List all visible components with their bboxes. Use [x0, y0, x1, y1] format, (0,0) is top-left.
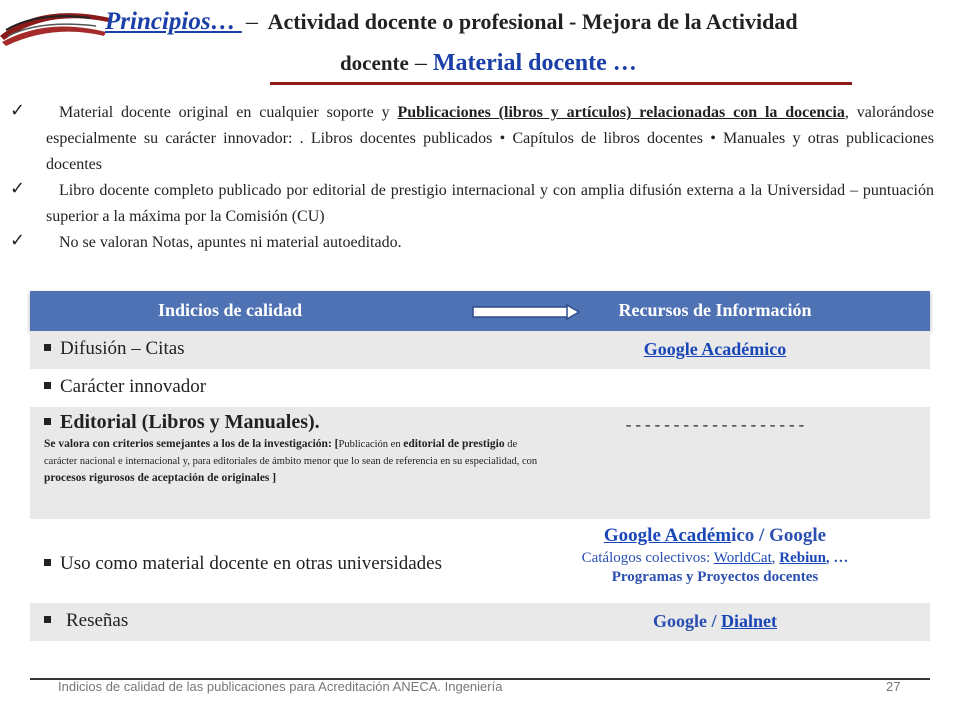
row-label-text: Carácter innovador — [60, 376, 207, 397]
google-academico-link[interactable]: Google Académico — [644, 339, 786, 359]
note-d: procesos rigurosos de aceptación de orig… — [44, 472, 277, 484]
square-bullet-icon — [44, 417, 51, 425]
note-b: editorial de prestigio — [403, 438, 505, 450]
bullet-item-1: ✓ Material docente original en cualquier… — [10, 100, 934, 178]
square-bullet-icon — [44, 382, 51, 390]
title-material-docente: Material docente … — [432, 50, 637, 76]
slide-title-line-2: docente – Material docente … — [340, 50, 637, 77]
table-row: Reseñas Google / Dialnet — [30, 603, 930, 641]
square-bullet-icon — [44, 616, 51, 624]
bullet-3-text: No se valoran Notas, apuntes ni material… — [59, 234, 402, 251]
table-row: Difusión – Citas Google Académico — [30, 331, 930, 369]
dialnet-link[interactable]: Dialnet — [721, 611, 777, 631]
title-docente: docente — [340, 51, 409, 75]
header-recursos: Recursos de Información — [618, 300, 812, 320]
bullet-1-highlight: Publicaciones (libros y artículos) relac… — [397, 104, 845, 121]
page-number: 27 — [886, 679, 901, 694]
row-label: Carácter innovador — [44, 376, 206, 398]
book-logo-icon — [0, 13, 110, 46]
table-row: Carácter innovador — [30, 369, 930, 407]
checkmark-icon: ✓ — [10, 100, 26, 121]
header-indicios: Indicios de calidad — [157, 300, 303, 320]
ellipsis: , … — [825, 550, 849, 566]
worldcat-link[interactable]: WorldCat — [714, 550, 772, 566]
checkmark-icon: ✓ — [10, 178, 26, 199]
title-dash: – — [245, 9, 258, 35]
table-row: Uso como material docente en otras unive… — [30, 519, 930, 603]
footer-text: Indicios de calidad de las publicaciones… — [58, 679, 503, 694]
bullet-item-3: ✓ No se valoran Notas, apuntes ni materi… — [10, 230, 934, 256]
bullet-2-text: Libro docente completo publicado por edi… — [46, 182, 934, 225]
row-label: Reseñas — [44, 610, 128, 632]
table-row: Editorial (Libros y Manuales). Se valora… — [30, 407, 930, 519]
slide-title-line-1: Principios… – Actividad docente o profes… — [105, 8, 798, 36]
bullet-list: ✓ Material docente original en cualquier… — [10, 100, 934, 256]
note-bold: Se valora con criterios semejantes a los… — [44, 438, 339, 450]
row-label-text: Reseñas — [66, 610, 129, 631]
title-actividad: Actividad docente o profesional - Mejora… — [267, 9, 798, 34]
row-resource: Google / Dialnet — [500, 611, 930, 632]
checkmark-icon: ✓ — [10, 230, 26, 251]
row-label: Uso como material docente en otras unive… — [44, 553, 442, 575]
bullet-item-2: ✓ Libro docente completo publicado por e… — [10, 178, 934, 230]
title-dash-2: – — [414, 50, 427, 76]
programas-link[interactable]: Programas y Proyectos docentes — [500, 569, 930, 586]
google-academico-link[interactable]: Google Académ — [604, 525, 731, 546]
row-resource: Google Académico — [500, 339, 930, 360]
row-label-text: Editorial (Libros y Manuales). — [60, 411, 320, 433]
row-resource: Google Académico / Google Catálogos cole… — [500, 525, 930, 586]
google-link[interactable]: Google / — [653, 611, 721, 631]
catalogos-label: Catálogos colectivos: — [581, 550, 714, 566]
square-bullet-icon — [44, 559, 51, 567]
note-a: Publicación en — [338, 439, 404, 450]
principios-link[interactable]: Principios… — [105, 8, 242, 35]
title-divider — [270, 82, 852, 85]
editorial-note: Se valora con criterios semejantes a los… — [44, 436, 544, 487]
row-label: Editorial (Libros y Manuales). Se valora… — [44, 411, 544, 487]
row-label-text: Difusión – Citas — [60, 338, 185, 359]
square-bullet-icon — [44, 344, 51, 352]
quality-indicators-table: Indicios de calidad Recursos de Informac… — [30, 291, 930, 641]
rebiun-link[interactable]: Rebiun — [779, 550, 826, 566]
row-resource: ------------------- — [623, 417, 807, 435]
bullet-1-pre: Material docente original en cualquier s… — [59, 104, 398, 121]
row-label-text: Uso como material docente en otras unive… — [60, 553, 442, 574]
row-label: Difusión – Citas — [44, 338, 185, 360]
table-header: Indicios de calidad Recursos de Informac… — [30, 291, 930, 331]
google-link[interactable]: ico / Google — [731, 525, 826, 546]
